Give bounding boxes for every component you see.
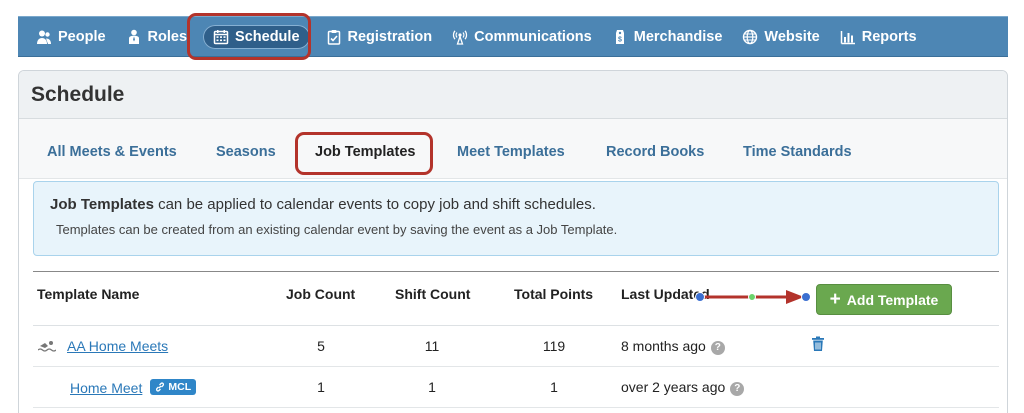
nav-item-label: Website	[764, 28, 820, 45]
table-row: AA Home Meets 5 11 119 8 months ago?	[33, 326, 999, 367]
tab-all-meets-events[interactable]: All Meets & Events	[47, 144, 177, 160]
schedule-panel: Schedule All Meets & Events Seasons Job …	[18, 70, 1008, 413]
column-header-job-count: Job Count	[286, 286, 356, 302]
link-icon	[156, 382, 165, 392]
plus-icon: +	[829, 289, 841, 310]
nav-item-label: Registration	[347, 28, 433, 45]
nav-item-roles[interactable]: Roles	[122, 25, 192, 49]
tab-seasons[interactable]: Seasons	[216, 144, 276, 160]
nav-item-label: Merchandise	[633, 28, 723, 45]
price-tag-icon: $	[615, 29, 624, 44]
last-updated-cell: 8 months ago?	[621, 338, 725, 355]
globe-icon	[743, 29, 758, 44]
top-nav-bar: People Roles Schedule Registration Commu…	[18, 16, 1008, 57]
tab-bar: All Meets & Events Seasons Job Templates…	[19, 119, 1007, 179]
table-header-row: Template Name Job Count Shift Count Tota…	[33, 271, 999, 326]
table-row: Home Meet MCL 1 1 1 over 2 years ago?	[33, 367, 999, 408]
info-description: Job Templates can be applied to calendar…	[50, 196, 596, 213]
add-template-label: Add Template	[846, 291, 939, 308]
help-icon[interactable]: ?	[730, 382, 745, 396]
tab-meet-templates[interactable]: Meet Templates	[457, 144, 565, 160]
template-name-cell: Home Meet MCL	[70, 379, 197, 396]
svg-text:$: $	[618, 36, 622, 43]
panel-header: Schedule	[19, 71, 1007, 119]
total-points-cell: 1	[550, 379, 558, 395]
job-count-cell: 5	[317, 338, 325, 354]
nav-item-communications[interactable]: Communications	[448, 25, 596, 49]
nav-item-label: Schedule	[235, 28, 300, 45]
roles-icon	[128, 29, 139, 44]
page-title: Schedule	[31, 82, 125, 106]
badge-label: MCL	[168, 381, 192, 393]
info-description-rest: can be applied to calendar events to cop…	[153, 196, 596, 213]
job-count-cell: 1	[317, 379, 325, 395]
nav-item-website[interactable]: Website	[738, 25, 823, 49]
people-icon	[37, 30, 51, 44]
swimmer-icon	[38, 341, 56, 352]
last-updated-cell: over 2 years ago?	[621, 379, 745, 396]
shift-count-cell: 1	[428, 379, 436, 395]
template-name-link[interactable]: Home Meet	[70, 380, 142, 396]
bar-chart-icon	[840, 30, 855, 44]
nav-item-label: People	[58, 28, 106, 45]
total-points-cell: 119	[542, 338, 566, 354]
calendar-icon	[213, 29, 229, 44]
nav-item-label: Communications	[474, 28, 592, 45]
info-alert: Job Templates can be applied to calendar…	[33, 181, 999, 256]
nav-item-schedule[interactable]: Schedule	[203, 24, 310, 49]
last-updated-text: 8 months ago	[621, 338, 706, 354]
tab-time-standards[interactable]: Time Standards	[743, 144, 852, 160]
broadcast-icon	[453, 29, 468, 45]
mcl-badge: MCL	[150, 379, 197, 395]
app-window: People Roles Schedule Registration Commu…	[0, 0, 1024, 413]
last-updated-text: over 2 years ago	[621, 379, 726, 395]
nav-item-label: Roles	[147, 28, 188, 45]
tab-record-books[interactable]: Record Books	[606, 144, 704, 160]
column-header-last-updated: Last Updated	[621, 286, 710, 302]
nav-item-merchandise[interactable]: $ Merchandise	[608, 25, 727, 49]
job-templates-table: Template Name Job Count Shift Count Tota…	[33, 271, 999, 408]
column-header-shift-count: Shift Count	[395, 286, 471, 302]
add-template-button[interactable]: + Add Template	[816, 284, 952, 315]
template-name-link[interactable]: AA Home Meets	[67, 338, 168, 354]
trash-icon[interactable]	[811, 336, 825, 352]
info-bold-term: Job Templates	[50, 196, 154, 213]
clipboard-icon	[327, 29, 340, 45]
info-hint: Templates can be created from an existin…	[56, 222, 618, 237]
column-header-total-points: Total Points	[514, 286, 594, 302]
nav-item-people[interactable]: People	[32, 25, 110, 49]
column-header-template-name: Template Name	[37, 286, 140, 302]
nav-item-label: Reports	[861, 28, 917, 45]
shift-count-cell: 11	[424, 338, 440, 354]
nav-item-reports[interactable]: Reports	[836, 25, 921, 49]
tab-job-templates[interactable]: Job Templates	[315, 144, 415, 160]
help-icon[interactable]: ?	[710, 341, 725, 355]
nav-item-registration[interactable]: Registration	[322, 25, 437, 49]
